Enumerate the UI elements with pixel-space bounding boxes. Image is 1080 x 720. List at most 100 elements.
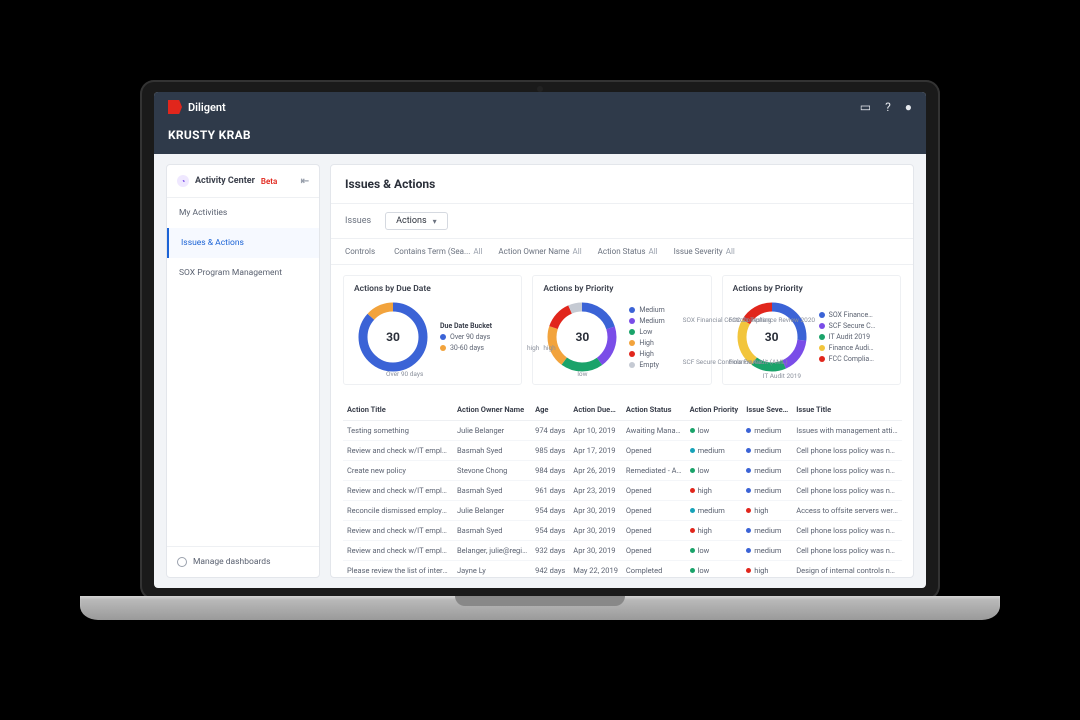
legend-item: High: [629, 339, 664, 347]
cell: Design of internal controls not properly…: [792, 561, 902, 578]
cell: Opened: [622, 441, 686, 461]
charts-row: Actions by Due Date 30Over 90 daysDue Da…: [331, 265, 913, 395]
cell: high: [686, 481, 743, 501]
table-row[interactable]: Review and check w/IT employee…Basmah Sy…: [343, 521, 902, 541]
column-header[interactable]: Age: [531, 399, 569, 421]
donut-chart: 30: [354, 298, 432, 376]
cell: medium: [742, 441, 792, 461]
cell: Apr 26, 2019: [569, 461, 622, 481]
activity-center-icon: ◔: [177, 175, 189, 187]
cell: high: [686, 521, 743, 541]
tab-issues[interactable]: Issues: [345, 212, 371, 230]
cell: medium: [742, 481, 792, 501]
legend-item: FCC Complia…: [819, 355, 876, 363]
chevron-down-icon: ▾: [433, 217, 437, 226]
presentation-icon[interactable]: ▭: [860, 100, 871, 114]
cell: medium: [686, 441, 743, 461]
user-icon[interactable]: ●: [905, 100, 912, 114]
table-row[interactable]: Testing somethingJulie Belanger974 days A…: [343, 421, 902, 441]
cell: 985 days: [531, 441, 569, 461]
table-row[interactable]: Please review the list of internal…Jayne…: [343, 561, 902, 578]
brand: Diligent: [168, 100, 226, 114]
cell: Stevone Chong: [453, 461, 531, 481]
cell: medium: [742, 461, 792, 481]
column-header[interactable]: Action Priority: [686, 399, 743, 421]
cell: Issues with management attitude: [792, 421, 902, 441]
column-header[interactable]: Action Title: [343, 399, 453, 421]
chart-card-2: Actions by Priority 30FCC Compliance Rev…: [722, 275, 901, 385]
sidebar-item-sox[interactable]: SOX Program Management: [167, 258, 319, 288]
actions-table: Action TitleAction Owner NameAgeAction D…: [331, 395, 913, 577]
gear-icon: [177, 557, 187, 567]
donut-chart: 30: [543, 298, 621, 376]
cell: Review and check w/IT employee…: [343, 441, 453, 461]
column-header[interactable]: Action Due…: [569, 399, 622, 421]
sidebar-item-my-activities[interactable]: My Activities: [167, 198, 319, 228]
appbar: Diligent ▭ ? ● KRUSTY KRAB: [154, 92, 926, 154]
help-icon[interactable]: ?: [885, 100, 891, 114]
cell: low: [686, 561, 743, 578]
column-header[interactable]: Issue Title: [792, 399, 902, 421]
legend-item: 30-60 days: [440, 344, 492, 352]
cell: Basmah Syed: [453, 441, 531, 461]
chart-title: Actions by Due Date: [354, 284, 511, 294]
table-row[interactable]: Create new policyStevone Chong984 daysAp…: [343, 461, 902, 481]
page-title: Issues & Actions: [331, 165, 913, 204]
table-row[interactable]: Review and check w/IT employee…Basmah Sy…: [343, 481, 902, 501]
cell: Reconcile dismissed employees…: [343, 501, 453, 521]
cell: Please review the list of internal…: [343, 561, 453, 578]
cell: Create new policy: [343, 461, 453, 481]
sidebar: ◔ Activity Center Beta ⇤ My Activities I…: [166, 164, 320, 578]
cell: Apr 30, 2019: [569, 501, 622, 521]
table-row[interactable]: Reconcile dismissed employees…Julie Bela…: [343, 501, 902, 521]
chart-title: Actions by Priority: [543, 284, 700, 294]
table-row[interactable]: Review and check w/IT employee…Basmah Sy…: [343, 441, 902, 461]
cell: high: [742, 561, 792, 578]
cell: Jayne Ly: [453, 561, 531, 578]
cell: Testing something: [343, 421, 453, 441]
cell: Awaiting Mana…: [622, 421, 686, 441]
table-row[interactable]: Review and check w/IT employee…Belanger,…: [343, 541, 902, 561]
cell: 984 days: [531, 461, 569, 481]
beta-badge: Beta: [261, 177, 277, 186]
cell: 974 days: [531, 421, 569, 441]
column-header[interactable]: Action Owner Name: [453, 399, 531, 421]
cell: Review and check w/IT employee…: [343, 541, 453, 561]
cell: medium: [686, 501, 743, 521]
filter-4[interactable]: Issue SeverityAll: [674, 247, 735, 256]
column-header[interactable]: Action Status: [622, 399, 686, 421]
sidebar-item-issues-actions[interactable]: Issues & Actions: [167, 228, 319, 258]
filter-2[interactable]: Action Owner NameAll: [498, 247, 581, 256]
filter-1[interactable]: Contains Term (Sea...All: [394, 247, 482, 256]
column-header[interactable]: Issue Seve…: [742, 399, 792, 421]
legend-item: SOX Finance…: [819, 311, 876, 319]
cell: Cell phone loss policy was not followed …: [792, 521, 902, 541]
tabs: Issues Actions ▾: [331, 204, 913, 239]
legend-item: SCF Secure C…: [819, 322, 876, 330]
tab-actions[interactable]: Actions ▾: [385, 212, 447, 230]
legend-item: Empty: [629, 361, 664, 369]
cell: Cell phone loss policy was not followed …: [792, 461, 902, 481]
cell: medium: [742, 421, 792, 441]
cell: medium: [742, 521, 792, 541]
filter-3[interactable]: Action StatusAll: [598, 247, 658, 256]
cell: Cell phone loss policy was not followed …: [792, 541, 902, 561]
manage-dashboards[interactable]: Manage dashboards: [167, 546, 319, 577]
legend-item: Finance Audi…: [819, 344, 876, 352]
manage-dashboards-label: Manage dashboards: [193, 557, 270, 567]
filter-0[interactable]: Controls: [345, 247, 378, 256]
cell: Review and check w/IT employee…: [343, 481, 453, 501]
chart-card-1: Actions by Priority 30highhighlowMediumM…: [532, 275, 711, 385]
cell: 961 days: [531, 481, 569, 501]
collapse-sidebar-icon[interactable]: ⇤: [301, 176, 309, 187]
cell: 932 days: [531, 541, 569, 561]
cell: Belanger, julie@regi…: [453, 541, 531, 561]
cell: low: [686, 421, 743, 441]
cell: high: [742, 501, 792, 521]
cell: 954 days: [531, 521, 569, 541]
cell: Apr 30, 2019: [569, 541, 622, 561]
cell: Apr 30, 2019: [569, 521, 622, 541]
cell: low: [686, 541, 743, 561]
cell: Julie Belanger: [453, 421, 531, 441]
sidebar-title: Activity Center: [195, 176, 255, 186]
